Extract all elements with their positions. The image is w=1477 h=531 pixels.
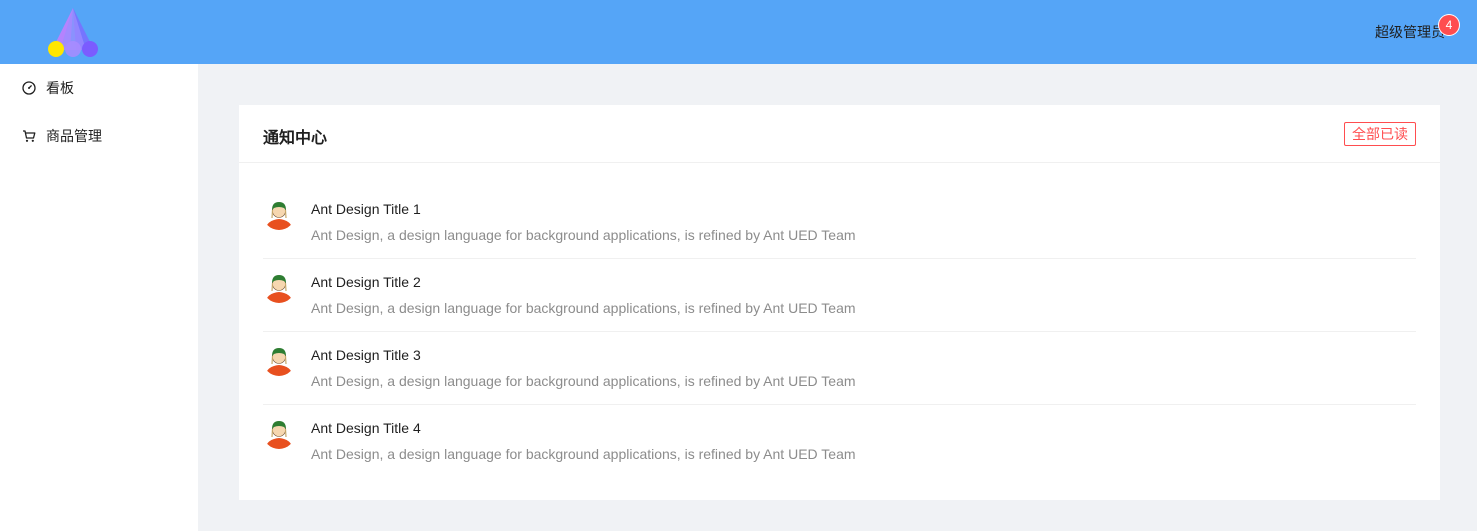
avatar (263, 417, 295, 449)
notification-title: Ant Design Title 4 (311, 420, 421, 436)
notification-title: Ant Design Title 3 (311, 347, 421, 363)
notification-description: Ant Design, a design language for backgr… (311, 300, 856, 316)
sidebar-item-dashboard[interactable]: 看板 (0, 68, 198, 108)
sidebar: 看板 商品管理 (0, 64, 198, 531)
sidebar-item-label: 看板 (46, 80, 74, 96)
user-menu[interactable]: 超级管理员 4 (1375, 0, 1459, 64)
list-item[interactable]: Ant Design Title 2 Ant Design, a design … (263, 259, 1416, 332)
avatar (263, 198, 295, 230)
shopping-cart-icon (22, 129, 36, 143)
mark-all-read-button[interactable]: 全部已读 (1344, 122, 1416, 146)
dashboard-icon (22, 81, 36, 95)
notice-center-card: 通知中心 全部已读 Ant Design Title 1 Ant Design,… (239, 105, 1440, 500)
app-logo[interactable] (46, 6, 100, 60)
notification-badge[interactable]: 4 (1439, 15, 1459, 35)
avatar (263, 271, 295, 303)
notification-title: Ant Design Title 1 (311, 201, 421, 217)
list-item[interactable]: Ant Design Title 3 Ant Design, a design … (263, 332, 1416, 405)
notification-description: Ant Design, a design language for backgr… (311, 446, 856, 462)
notification-title: Ant Design Title 2 (311, 274, 421, 290)
notification-description: Ant Design, a design language for backgr… (311, 227, 856, 243)
sidebar-item-label: 商品管理 (46, 128, 102, 144)
user-name[interactable]: 超级管理员 (1375, 22, 1445, 42)
avatar (263, 344, 295, 376)
card-title: 通知中心 (263, 130, 328, 147)
notification-description: Ant Design, a design language for backgr… (311, 373, 856, 389)
top-header: 超级管理员 4 (0, 0, 1477, 64)
sidebar-item-products[interactable]: 商品管理 (0, 116, 198, 156)
list-item[interactable]: Ant Design Title 4 Ant Design, a design … (263, 405, 1416, 478)
list-item[interactable]: Ant Design Title 1 Ant Design, a design … (263, 186, 1416, 259)
notification-list: Ant Design Title 1 Ant Design, a design … (263, 186, 1416, 478)
card-header: 通知中心 全部已读 (239, 105, 1440, 163)
